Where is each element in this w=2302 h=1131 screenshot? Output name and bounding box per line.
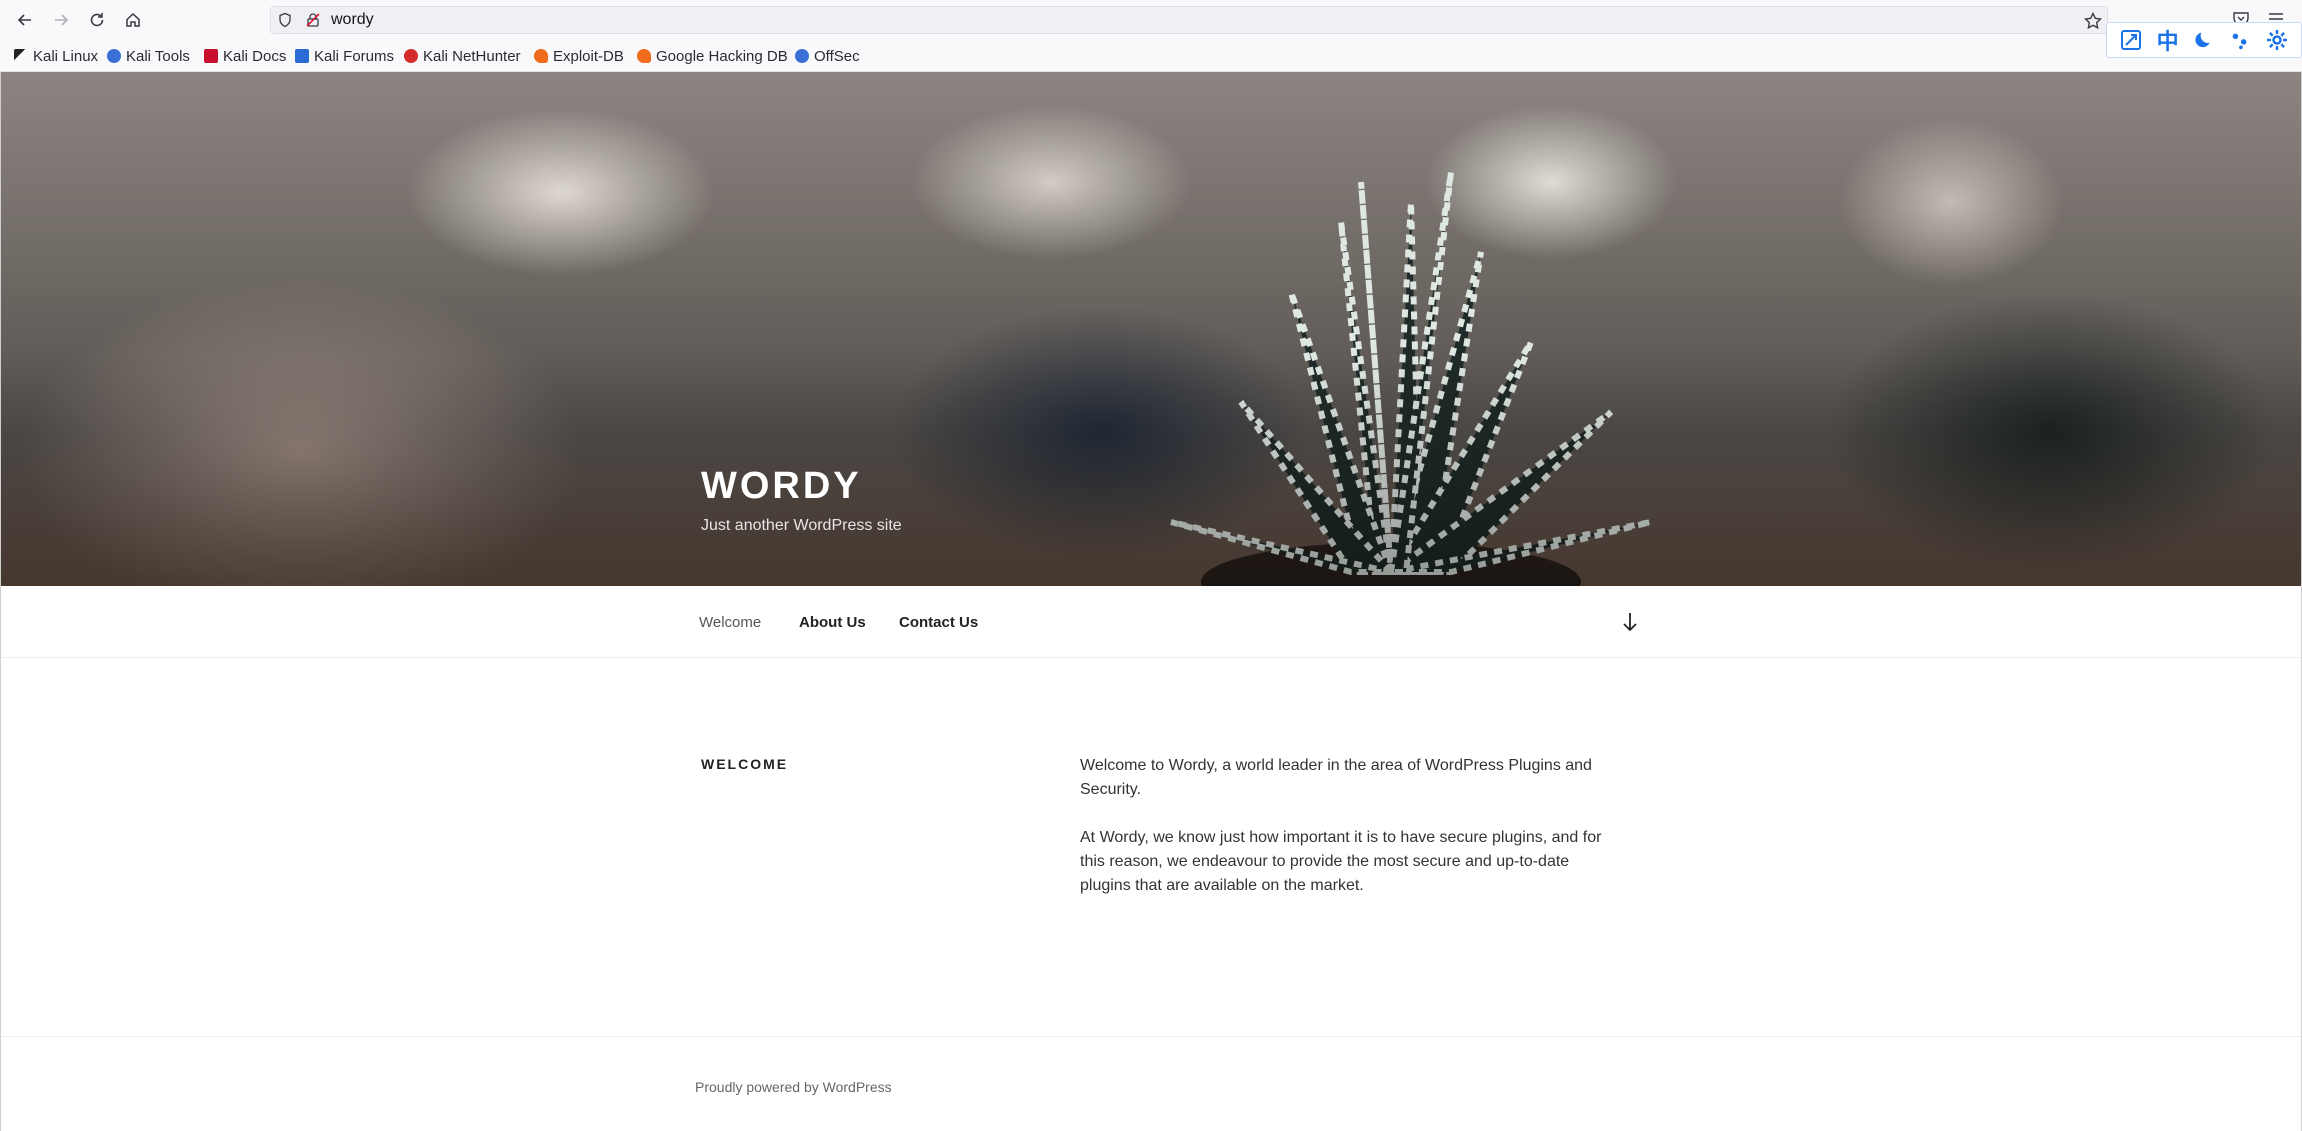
forward-arrow-icon (55, 14, 69, 26)
site-title[interactable]: WORDY (701, 465, 862, 508)
reload-button[interactable] (83, 6, 111, 34)
moon-icon[interactable] (2190, 26, 2218, 54)
offsec-icon (795, 49, 809, 63)
footer-credit-link[interactable]: Proudly powered by WordPress (695, 1079, 892, 1095)
bookmark-label: Kali NetHunter (423, 47, 521, 65)
site-navigation: Welcome About Us Contact Us (1, 586, 2301, 658)
bookmark-label: Exploit-DB (553, 47, 624, 65)
forward-button[interactable] (47, 6, 75, 34)
home-button[interactable] (119, 6, 147, 34)
url-text[interactable]: wordy (331, 11, 374, 29)
nethunter-icon (404, 49, 418, 63)
bookmark-label: Kali Tools (126, 47, 190, 65)
kali-docs-icon (204, 49, 218, 63)
site-tagline: Just another WordPress site (701, 517, 902, 534)
bookmark-offsec[interactable]: OffSec (795, 46, 860, 66)
exploit-db-icon (534, 49, 548, 63)
reload-icon (90, 13, 104, 27)
extension-toolbar: 中 (2106, 22, 2302, 58)
paragraph: At Wordy, we know just how important it … (1080, 829, 1602, 894)
bookmark-star-icon[interactable] (2083, 11, 2103, 31)
paragraph: Welcome to Wordy, a world leader in the … (1080, 757, 1592, 798)
home-icon (126, 12, 140, 27)
kali-dragon-icon (14, 49, 28, 63)
chinese-char-icon[interactable]: 中 (2154, 26, 2182, 54)
gear-icon[interactable] (2263, 26, 2291, 54)
nav-welcome[interactable]: Welcome (699, 614, 761, 631)
dots-icon[interactable] (2226, 26, 2254, 54)
site-footer: Proudly powered by WordPress (1, 1036, 2301, 1131)
entry-content: Welcome to Wordy, a world leader in the … (1080, 754, 1620, 922)
ghdb-icon (637, 49, 651, 63)
back-arrow-icon (17, 14, 31, 26)
page-title: WELCOME (701, 756, 789, 772)
nav-about-us[interactable]: About Us (799, 614, 866, 631)
bookmark-kali-tools[interactable]: Kali Tools (107, 46, 190, 66)
bookmark-label: Google Hacking DB (656, 47, 788, 65)
translate-icon[interactable] (2117, 26, 2145, 54)
bookmark-exploit-db[interactable]: Exploit-DB (534, 46, 624, 66)
bookmark-label: Kali Linux (33, 47, 99, 65)
kali-forums-icon (295, 49, 309, 63)
hero-overlay (1, 72, 2301, 586)
window-border-left (0, 72, 1, 1131)
bookmark-kali-linux[interactable]: Kali Linux (14, 46, 98, 66)
bookmark-label: Kali Forums (314, 47, 395, 65)
tracking-shield-icon[interactable] (277, 12, 293, 28)
bookmark-label: Kali Docs (223, 47, 287, 65)
scroll-down-arrow-icon[interactable] (1620, 610, 1640, 634)
insecure-lock-icon[interactable] (305, 12, 321, 28)
bookmark-kali-forums[interactable]: Kali Forums (295, 46, 394, 66)
kali-tools-icon (107, 49, 121, 63)
nav-contact-us[interactable]: Contact Us (899, 614, 978, 631)
bookmark-label: OffSec (814, 47, 860, 65)
header-image (1, 72, 2301, 586)
bookmark-kali-docs[interactable]: Kali Docs (204, 46, 286, 66)
browser-toolbar: wordy (0, 0, 2302, 40)
bookmark-kali-nethunter[interactable]: Kali NetHunter (404, 46, 521, 66)
bookmark-google-hacking-db[interactable]: Google Hacking DB (637, 46, 788, 66)
bookmarks-toolbar: Kali Linux Kali Tools Kali Docs Kali For… (0, 40, 2302, 72)
back-button[interactable] (11, 6, 39, 34)
address-bar[interactable]: wordy (270, 6, 2108, 34)
